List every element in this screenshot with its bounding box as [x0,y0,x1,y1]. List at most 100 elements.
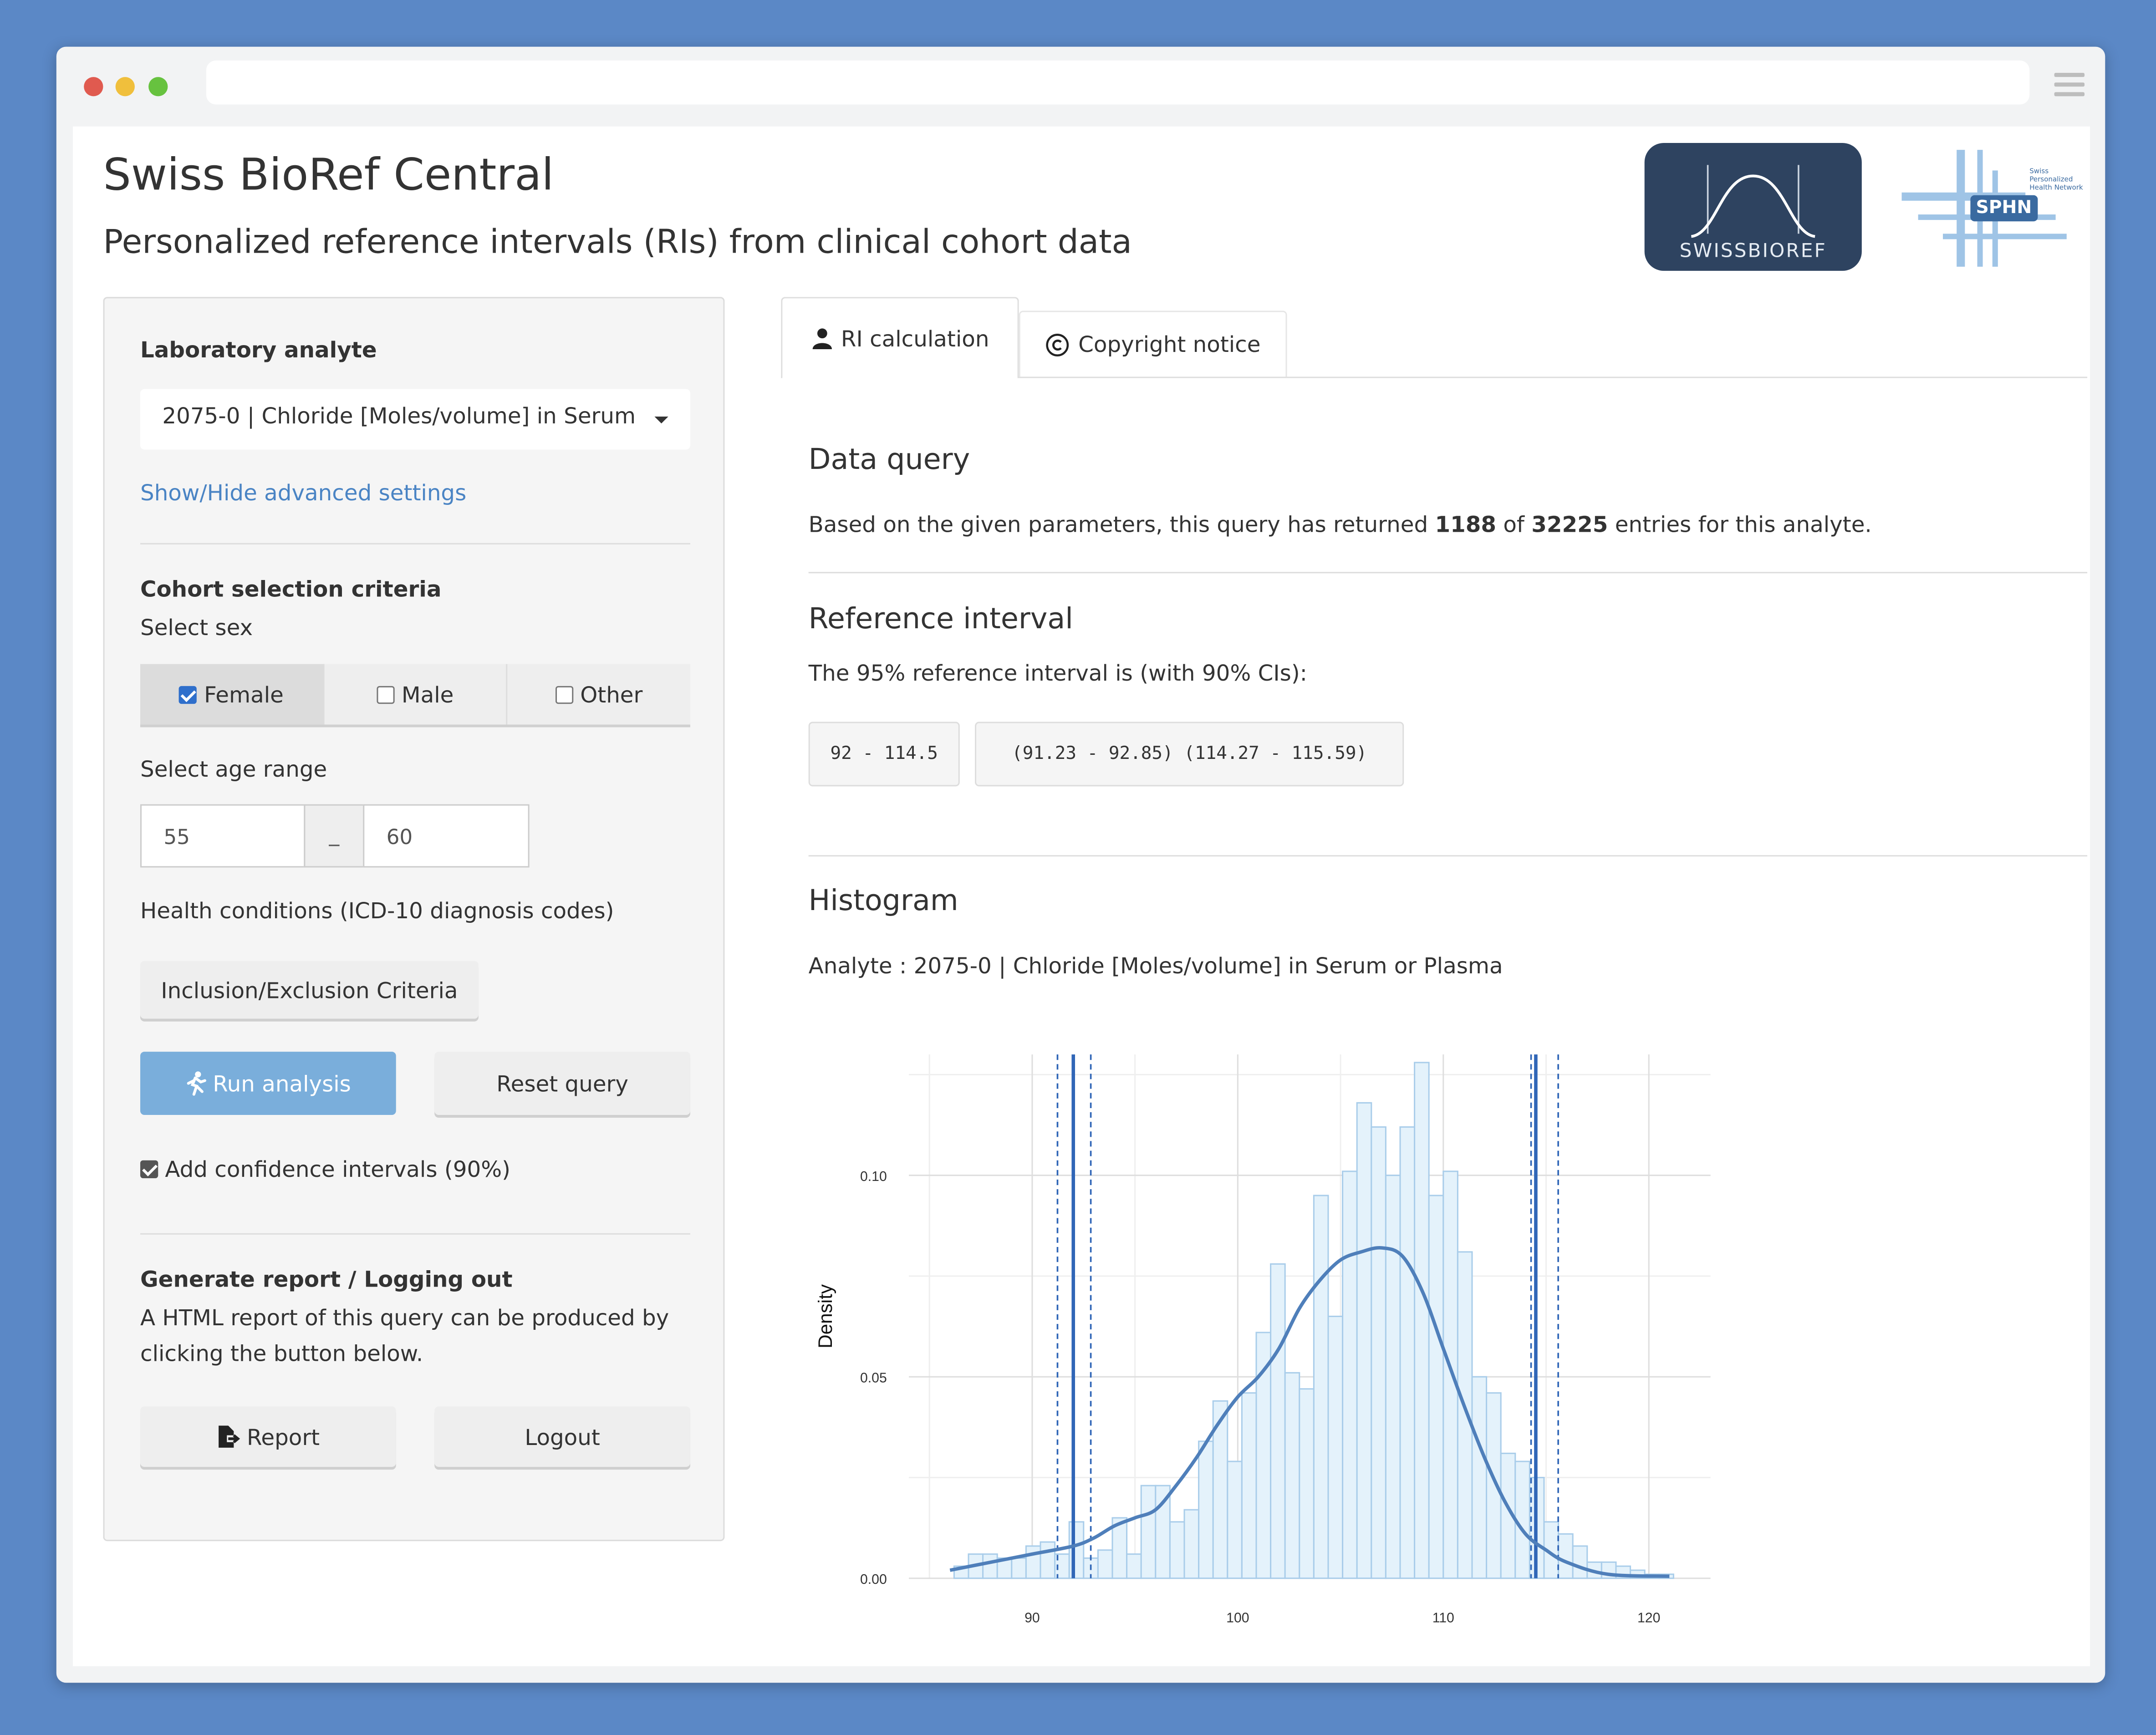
y-tick-label: 0.10 [860,1169,887,1184]
swissbioref-logo: SWISSBIOREF [1644,143,1862,271]
bell-curve-icon [1691,165,1815,238]
inclusion-exclusion-button[interactable]: Inclusion/Exclusion Criteria [140,961,479,1019]
report-description: A HTML report of this query can be produ… [140,1304,669,1331]
histogram-bar [1241,1392,1257,1579]
advanced-settings-link[interactable]: Show/Hide advanced settings [140,480,466,506]
ci-checkbox[interactable]: Add confidence intervals (90%) [140,1156,510,1182]
histogram-bar [1198,1440,1214,1579]
page-subtitle: Personalized reference intervals (RIs) f… [103,223,1132,261]
tab-label: Copyright notice [1078,331,1261,358]
age-range-separator: _ [304,804,365,868]
checkbox-unchecked-icon [555,685,574,703]
page-title: Swiss BioRef Central [103,148,554,201]
histogram-bar [1140,1485,1157,1579]
histogram-bar [1040,1541,1056,1579]
copyright-icon [1046,333,1069,356]
reference-interval-value: 92 - 114.5 [808,722,960,787]
histogram-bar [1155,1485,1171,1579]
y-tick-label: 0.05 [860,1370,887,1385]
ci-checkbox-label: Add confidence intervals (90%) [165,1156,510,1183]
sidebar-panel: Laboratory analyte 2075-0 | Chloride [Mo… [103,297,725,1542]
swissbioref-logo-text: SWISSBIOREF [1679,240,1827,263]
histogram-bar [1126,1553,1142,1579]
minimize-window-dot[interactable] [115,77,135,97]
confidence-intervals-value: (91.23 - 92.85) (114.27 - 115.59) [975,722,1404,787]
histogram-heading: Histogram [808,884,958,917]
histogram-chart: 901001101200.000.050.10Value [mmol/L (mi… [815,1054,1711,1625]
running-person-icon [186,1071,206,1096]
checkbox-unchecked-icon [377,685,395,703]
report-button[interactable]: Report [140,1406,396,1467]
file-export-icon [219,1425,241,1448]
run-analysis-label: Run analysis [213,1070,351,1097]
histogram-bar [1385,1175,1401,1579]
histogram-bar [1025,1545,1041,1579]
divider [808,855,2088,857]
sphn-logo: SPHN Swiss Personalized Health Network [1901,143,2086,274]
histogram-bar [1442,1170,1458,1579]
histogram-bar [1371,1126,1386,1579]
health-conditions-label: Health conditions (ICD-10 diagnosis code… [140,897,614,924]
close-window-dot[interactable] [84,77,103,97]
data-query-text: Based on the given parameters, this quer… [808,511,1872,538]
histogram-bar [1399,1126,1416,1579]
age-range-label: Select age range [140,756,327,783]
analyte-select[interactable]: 2075-0 | Chloride [Moles/volume] in Seru… [140,389,690,450]
histogram-bar [1097,1549,1113,1579]
histogram-bar [1227,1460,1243,1579]
sex-option-label: Other [580,681,643,707]
logout-button[interactable]: Logout [434,1406,690,1467]
divider [140,1233,690,1235]
user-icon [812,328,831,350]
menu-icon[interactable] [2054,73,2085,97]
run-analysis-button[interactable]: Run analysis [140,1052,396,1115]
address-bar[interactable] [206,60,2030,105]
histogram-bar [1414,1062,1430,1579]
x-tick-label: 110 [1432,1610,1454,1625]
report-description-2: clicking the button below. [140,1340,423,1367]
analyte-label: Laboratory analyte [140,336,377,363]
browser-window: Swiss BioRef Central Personalized refere… [56,46,2105,1683]
reference-interval-text: The 95% reference interval is (with 90% … [808,660,1307,686]
sex-option-other[interactable]: Other [508,664,690,725]
histogram-bar [1284,1372,1300,1579]
maximize-window-dot[interactable] [148,77,168,97]
histogram-bar [1313,1195,1329,1579]
histogram-bar [1068,1521,1085,1579]
reference-interval-heading: Reference interval [808,602,1073,636]
histogram-bar [1342,1170,1358,1579]
histogram-bar [1471,1376,1488,1579]
x-tick-label: 100 [1226,1610,1249,1625]
divider [808,572,2088,574]
histogram-bar [1327,1315,1344,1579]
sex-selector: Female Male Other [140,664,690,725]
histogram-bar [1572,1545,1588,1579]
reset-query-button[interactable]: Reset query [434,1052,690,1115]
sphn-logo-text: SPHN [1970,195,2038,222]
data-query-heading: Data query [808,443,970,476]
histogram-bar [1299,1388,1315,1579]
y-axis-label: Density [815,1284,836,1348]
y-tick-label: 0.00 [860,1572,887,1587]
histogram-bar [1428,1195,1444,1579]
sex-option-label: Male [401,681,454,707]
histogram-bar [1183,1509,1200,1579]
x-tick-label: 90 [1024,1610,1040,1625]
histogram-bar [1356,1102,1372,1579]
tab-ri-calculation[interactable]: RI calculation [781,297,1019,378]
returned-count: 1188 [1435,511,1496,538]
tab-copyright-notice[interactable]: Copyright notice [1019,310,1287,377]
sex-option-male[interactable]: Male [324,664,508,725]
sphn-logo-small-text: Swiss Personalized Health Network [2029,168,2083,193]
x-tick-label: 120 [1637,1610,1660,1625]
divider [140,543,690,544]
cohort-heading: Cohort selection criteria [140,576,442,602]
app-page: Swiss BioRef Central Personalized refere… [73,126,2090,1666]
sex-option-female[interactable]: Female [140,664,324,725]
histogram-bar [1558,1533,1574,1579]
histogram-bar [1011,1557,1027,1579]
age-min-input[interactable]: 55 [140,804,306,868]
sex-option-label: Female [204,681,284,707]
histogram-bar [1270,1263,1286,1579]
age-max-input[interactable]: 60 [363,804,530,868]
